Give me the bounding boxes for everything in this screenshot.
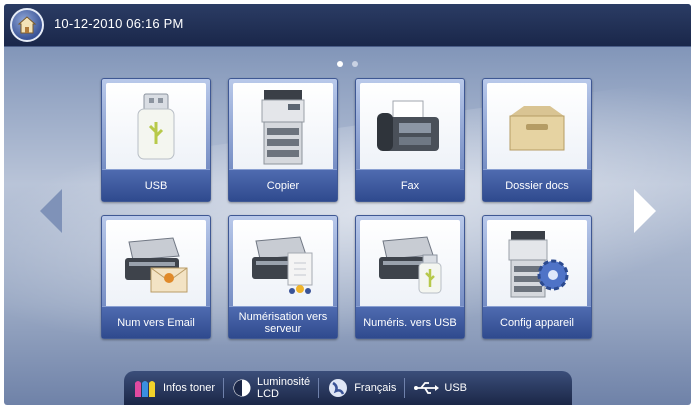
tile-label: Config appareil bbox=[483, 306, 591, 338]
scan-to-server-icon bbox=[252, 236, 313, 294]
toner-info-button[interactable]: Infos toner bbox=[124, 371, 223, 405]
tile-label: Fax bbox=[356, 169, 464, 201]
tile-fax[interactable]: Fax bbox=[355, 78, 465, 202]
usb-drive-icon bbox=[137, 93, 175, 160]
tile-label: Numéris. vers USB bbox=[356, 306, 464, 338]
machine-setup-icon bbox=[508, 231, 569, 298]
device-screen: 10-12-2010 06:16 PM USB Copier Fax Dossi… bbox=[4, 4, 691, 405]
tile-copier[interactable]: Copier bbox=[228, 78, 338, 202]
page-dot-1 bbox=[337, 61, 343, 67]
tile-scan-to-server[interactable]: Numérisation vers serveur bbox=[228, 215, 338, 339]
copier-icon bbox=[261, 90, 305, 165]
language-label: Français bbox=[354, 382, 397, 394]
tile-label: Copier bbox=[229, 169, 337, 201]
scan-to-usb-icon bbox=[379, 236, 442, 294]
home-icon bbox=[17, 16, 37, 34]
lcd-brightness-button[interactable]: Luminosité LCD bbox=[224, 371, 318, 405]
scan-to-email-icon bbox=[125, 237, 188, 293]
usb-symbol-icon bbox=[414, 382, 440, 394]
tile-label: Dossier docs bbox=[483, 169, 591, 201]
fax-icon bbox=[377, 100, 439, 151]
next-page-arrow[interactable] bbox=[630, 187, 660, 235]
language-icon bbox=[329, 379, 348, 397]
page-indicator bbox=[337, 61, 358, 67]
brightness-icon bbox=[233, 379, 251, 397]
brightness-label-line2: LCD bbox=[256, 388, 279, 400]
previous-page-arrow[interactable] bbox=[36, 187, 66, 235]
toner-info-label: Infos toner bbox=[163, 382, 215, 394]
toner-icon bbox=[135, 381, 155, 397]
tile-machine-setup[interactable]: Config appareil bbox=[482, 215, 592, 339]
home-button[interactable] bbox=[10, 8, 44, 42]
date-time: 10-12-2010 06:16 PM bbox=[54, 16, 184, 31]
quick-bar: Infos toner Luminosité LCD Français USB bbox=[124, 371, 572, 405]
usb-quick-label: USB bbox=[444, 382, 467, 394]
document-box-icon bbox=[509, 106, 565, 151]
usb-quick-button[interactable]: USB bbox=[405, 371, 475, 405]
page-dot-2 bbox=[352, 61, 358, 67]
status-bar: 10-12-2010 06:16 PM bbox=[4, 4, 691, 47]
tile-label: Num vers Email bbox=[102, 306, 210, 338]
tile-usb[interactable]: USB bbox=[101, 78, 211, 202]
tile-scan-to-email[interactable]: Num vers Email bbox=[101, 215, 211, 339]
tile-label: Numérisation vers serveur bbox=[229, 306, 337, 338]
tile-document-box[interactable]: Dossier docs bbox=[482, 78, 592, 202]
tile-scan-to-usb[interactable]: Numéris. vers USB bbox=[355, 215, 465, 339]
language-button[interactable]: Français bbox=[319, 371, 404, 405]
brightness-label-line1: Luminosité bbox=[256, 376, 311, 388]
tile-label: USB bbox=[102, 169, 210, 201]
